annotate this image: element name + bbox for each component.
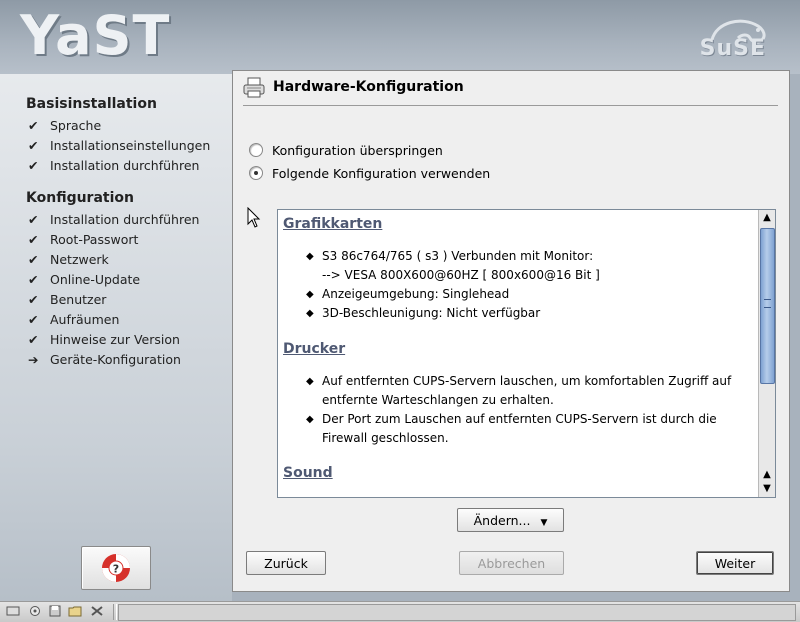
help-button[interactable]: ? <box>81 546 151 590</box>
change-button-label: Ändern... <box>473 513 531 528</box>
item-text: Der Port zum Lauschen auf entfernten CUP… <box>322 412 717 445</box>
back-button[interactable]: Zurück <box>246 551 326 575</box>
scroll-down-icon[interactable]: ▼ <box>760 482 774 496</box>
bullet-icon: ◆ <box>306 308 314 319</box>
check-icon: ✔ <box>28 312 39 327</box>
radio-button-checked[interactable] <box>249 166 263 180</box>
check-icon: ✔ <box>28 118 39 133</box>
configuration-details-view[interactable]: Grafikkarten ◆ S3 86c764/765 ( s3 ) Verbu… <box>277 209 776 498</box>
step-aufraeumen: ✔ Aufräumen <box>28 312 119 327</box>
main-panel: Hardware-Konfiguration Konfiguration übe… <box>232 70 790 592</box>
yast-logo: YaST <box>20 4 171 67</box>
check-icon: ✔ <box>28 158 39 173</box>
section-title-basisinstallation: Basisinstallation <box>26 96 157 112</box>
step-label: Geräte-Konfiguration <box>50 352 181 367</box>
check-icon: ✔ <box>28 232 39 247</box>
item-text: Auf entfernten CUPS-Servern lauschen, um… <box>322 374 732 407</box>
svg-text:?: ? <box>113 563 119 576</box>
check-icon: ✔ <box>28 272 39 287</box>
step-root-passwort: ✔ Root-Passwort <box>28 232 138 247</box>
list-item: ◆ Anzeigeumgebung: Singlehead <box>306 285 736 304</box>
step-sprache: ✔ Sprache <box>28 118 101 133</box>
check-icon: ✔ <box>28 252 39 267</box>
gear-icon[interactable] <box>28 605 42 617</box>
printer-icon <box>243 77 265 98</box>
bullet-icon: ◆ <box>306 376 314 387</box>
lifebuoy-help-icon: ? <box>102 554 130 582</box>
title-divider <box>243 105 778 106</box>
radio-button[interactable] <box>249 143 263 157</box>
disk-icon[interactable] <box>48 605 62 617</box>
step-benutzer: ✔ Benutzer <box>28 292 106 307</box>
list-item: ◆ Der Port zum Lauschen auf entfernten CU… <box>306 410 736 448</box>
list-item: ◆ Auf entfernten CUPS-Servern lauschen, u… <box>306 372 736 410</box>
installation-steps-sidebar: Basisinstallation ✔ Sprache ✔ Installation… <box>0 74 232 601</box>
scrollbar-thumb[interactable] <box>760 228 775 384</box>
check-icon: ✔ <box>28 212 39 227</box>
vertical-scrollbar[interactable]: ▲ ▲ ▼ <box>758 210 775 497</box>
change-button[interactable]: Ändern... ▼ <box>457 508 564 532</box>
bullet-icon: ◆ <box>306 289 314 300</box>
page-title: Hardware-Konfiguration <box>273 79 464 95</box>
bullet-icon: ◆ <box>306 251 314 262</box>
bullet-icon: ◆ <box>306 414 314 425</box>
radio-skip-label: Konfiguration überspringen <box>272 143 443 158</box>
suse-logo: SuSE <box>699 36 766 61</box>
check-icon: ✔ <box>28 138 39 153</box>
radio-skip-configuration[interactable]: Konfiguration überspringen <box>249 143 443 158</box>
radio-use-configuration[interactable]: Folgende Konfiguration verwenden <box>249 166 490 181</box>
heading-grafikkarten[interactable]: Grafikkarten <box>283 216 382 232</box>
item-text: Anzeigeumgebung: Singlehead <box>322 287 510 301</box>
check-icon: ✔ <box>28 332 39 347</box>
taskbar-separator <box>113 604 117 620</box>
step-installationseinstellungen: ✔ Installationseinstellungen <box>28 138 210 153</box>
step-label: Root-Passwort <box>50 232 139 247</box>
arrow-right-icon: ➔ <box>28 352 39 367</box>
abort-button[interactable]: Abbrechen <box>459 551 564 575</box>
header-banner: YaST SuSE <box>0 0 800 74</box>
step-label: Online-Update <box>50 272 141 287</box>
item-text: S3 86c764/765 ( s3 ) Verbunden mit Monit… <box>322 249 600 282</box>
radio-use-label: Folgende Konfiguration verwenden <box>272 166 491 181</box>
step-hinweise-zur-version: ✔ Hinweise zur Version <box>28 332 180 347</box>
list-item: ◆ S3 86c764/765 ( s3 ) Verbunden mit Moni… <box>306 247 736 285</box>
step-geraete-konfiguration: ➔ Geräte-Konfiguration <box>28 352 181 367</box>
step-label: Installation durchführen <box>50 212 200 227</box>
step-installation-durchfuehren: ✔ Installation durchführen <box>28 158 199 173</box>
folder-icon[interactable] <box>68 605 82 617</box>
step-netzwerk: ✔ Netzwerk <box>28 252 109 267</box>
step-label: Hinweise zur Version <box>50 332 180 347</box>
mouse-cursor-icon <box>247 207 261 228</box>
step-label: Installationseinstellungen <box>50 138 211 153</box>
step-installation-durchfuehren-2: ✔ Installation durchführen <box>28 212 199 227</box>
dropdown-arrow-icon: ▼ <box>540 518 548 528</box>
details-content: Grafikkarten ◆ S3 86c764/765 ( s3 ) Verbu… <box>278 210 758 497</box>
step-label: Benutzer <box>50 292 107 307</box>
terminal-icon[interactable] <box>6 605 20 617</box>
taskbar <box>0 601 800 622</box>
section-title-konfiguration: Konfiguration <box>26 190 134 206</box>
item-text: 3D-Beschleunigung: Nicht verfügbar <box>322 306 541 320</box>
step-label: Aufräumen <box>50 312 120 327</box>
heading-sound[interactable]: Sound <box>283 465 333 481</box>
tools-icon[interactable] <box>90 605 104 617</box>
step-label: Installation durchführen <box>50 158 200 173</box>
step-online-update: ✔ Online-Update <box>28 272 140 287</box>
scroll-up-icon[interactable]: ▲ <box>760 211 774 225</box>
scroll-up-icon-lower[interactable]: ▲ <box>760 468 774 482</box>
taskbar-window-list[interactable] <box>118 604 796 621</box>
check-icon: ✔ <box>28 292 39 307</box>
next-button[interactable]: Weiter <box>696 551 774 575</box>
step-label: Netzwerk <box>50 252 109 267</box>
list-item: ◆ 3D-Beschleunigung: Nicht verfügbar <box>306 304 736 323</box>
heading-drucker[interactable]: Drucker <box>283 341 345 357</box>
step-label: Sprache <box>50 118 102 133</box>
